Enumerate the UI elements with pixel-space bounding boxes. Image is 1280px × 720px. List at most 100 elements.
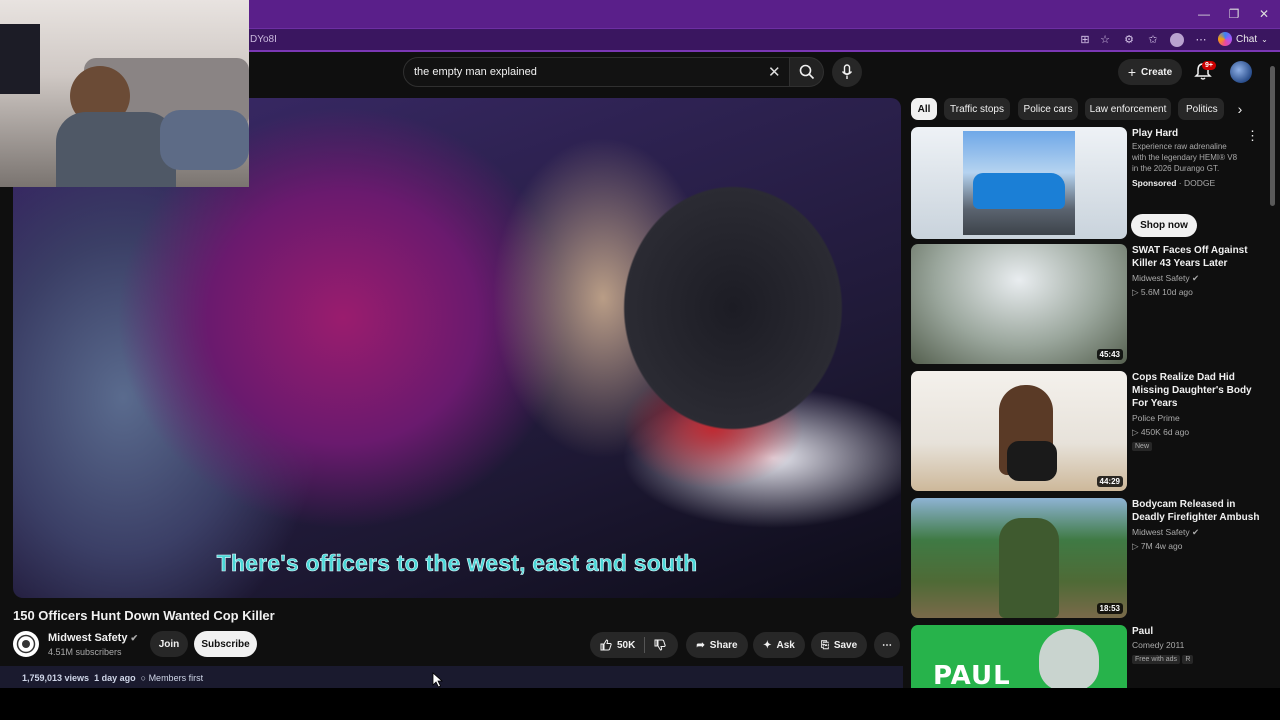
chat-label: Chat: [1236, 33, 1258, 45]
ad-image: [963, 131, 1075, 235]
rec-channel-2[interactable]: Police Prime: [1132, 413, 1180, 423]
car-shape: [973, 173, 1065, 209]
subscriber-count: 4.51M subscribers: [48, 647, 122, 657]
close-icon[interactable]: ✕: [1248, 0, 1280, 28]
ad-title[interactable]: Play Hard: [1132, 127, 1260, 140]
more-actions-button[interactable]: ⋯: [874, 632, 900, 658]
video-meta: 1,759,013 views 1 day ago ○ Members firs…: [22, 673, 204, 683]
create-label: Create: [1141, 66, 1173, 78]
search-button[interactable]: [790, 57, 824, 87]
rec-stats-2: ▷ 450K 6d ago: [1132, 427, 1190, 437]
shop-now-button[interactable]: Shop now: [1131, 214, 1197, 237]
divider: [644, 637, 646, 653]
members-icon: ○: [140, 673, 147, 683]
rec-title-4[interactable]: Paul: [1132, 625, 1260, 638]
ad-sponsor-line: Sponsored · DODGE: [1132, 178, 1216, 188]
subscribe-button[interactable]: Subscribe: [194, 631, 257, 657]
channel-logo-icon: [16, 634, 36, 654]
trash-bag: [1007, 441, 1057, 481]
duration-badge: 44:29: [1096, 476, 1123, 487]
rec-thumbnail-2[interactable]: 44:29: [911, 371, 1127, 491]
save-button[interactable]: ⎘ Save: [811, 632, 867, 658]
share-icon: ➦: [696, 639, 705, 651]
plus-icon: +: [1127, 64, 1137, 80]
verified-icon: ✔: [1192, 527, 1200, 537]
more-vertical-icon[interactable]: ⋮: [1246, 128, 1259, 144]
restore-icon[interactable]: ❐: [1218, 0, 1250, 28]
extension-icon[interactable]: ⚙: [1122, 33, 1136, 47]
officer-figure: [999, 518, 1059, 618]
rec-channel-4[interactable]: Comedy 2011: [1132, 640, 1184, 650]
chip-law-enforcement[interactable]: Law enforcement: [1085, 98, 1171, 120]
favorites-icon[interactable]: ✩: [1146, 33, 1160, 47]
verified-icon: ✔: [130, 633, 139, 643]
chip-police-cars[interactable]: Police cars: [1018, 98, 1078, 120]
microphone-icon: [841, 64, 853, 79]
bookmark-icon: ⎘: [820, 639, 829, 651]
thumbs-up-icon: [600, 639, 612, 651]
url-text[interactable]: DYo8I: [250, 34, 277, 45]
video-caption: There's officers to the west, east and s…: [216, 550, 698, 577]
account-avatar[interactable]: [1230, 61, 1252, 83]
taskbar: [0, 688, 1280, 720]
like-button[interactable]: 50K: [600, 639, 635, 651]
scrollbar-thumb[interactable]: [1270, 66, 1275, 206]
more-menu-icon[interactable]: ⋯: [1194, 33, 1208, 47]
rec-channel-3[interactable]: Midwest Safety ✔: [1132, 527, 1199, 538]
favorite-star-icon[interactable]: ☆: [1098, 33, 1112, 47]
rec-badges-4: Free with ads R: [1132, 653, 1194, 664]
like-count: 50K: [617, 639, 636, 651]
alien-head: [1039, 629, 1099, 688]
like-dislike-group: 50K: [590, 632, 678, 658]
search-icon: [799, 64, 814, 80]
rec-channel-1[interactable]: Midwest Safety ✔: [1132, 273, 1199, 284]
sparkle-icon: ✦: [763, 639, 772, 651]
ask-button[interactable]: ✦ Ask: [753, 632, 805, 658]
app-available-icon[interactable]: ⊞: [1078, 33, 1092, 47]
ad-description: Experience raw adrenaline with the legen…: [1132, 142, 1238, 173]
join-button[interactable]: Join: [150, 631, 188, 657]
scrollbar[interactable]: [1268, 54, 1280, 688]
chevron-down-icon: ⌄: [1261, 34, 1268, 44]
legs-shape: [160, 110, 249, 170]
monitor-shape: [0, 24, 40, 94]
rec-title-2[interactable]: Cops Realize Dad Hid Missing Daughter's …: [1132, 371, 1260, 410]
chip-all[interactable]: All: [911, 98, 937, 120]
rec-stats-1: ▷ 5.6M 10d ago: [1132, 287, 1193, 297]
voice-search-button[interactable]: [832, 57, 862, 87]
mouse-cursor-icon: [432, 672, 444, 688]
channel-avatar[interactable]: [13, 631, 39, 657]
minimize-icon[interactable]: —: [1188, 0, 1220, 28]
search-input[interactable]: the empty man explained: [414, 66, 537, 78]
channel-name[interactable]: Midwest Safety ✔: [48, 632, 138, 644]
video-title: 150 Officers Hunt Down Wanted Cop Killer: [13, 608, 275, 623]
profile-icon[interactable]: [1170, 33, 1184, 47]
chip-traffic-stops[interactable]: Traffic stops: [944, 98, 1010, 120]
search-box[interactable]: the empty man explained ✕: [403, 57, 790, 87]
clear-search-icon[interactable]: ✕: [768, 63, 781, 81]
copilot-chat-button[interactable]: Chat ⌄: [1218, 32, 1268, 46]
notification-count-badge: 9+: [1202, 61, 1216, 70]
more-horizontal-icon: ⋯: [882, 639, 892, 651]
rec-stats-3: ▷ 7M 4w ago: [1132, 541, 1183, 551]
create-button[interactable]: + Create: [1118, 59, 1182, 85]
chip-politics[interactable]: Politics: [1178, 98, 1224, 120]
description-box[interactable]: 1,759,013 views 1 day ago ○ Members firs…: [0, 666, 903, 688]
rec-thumbnail-4[interactable]: PAUL: [911, 625, 1127, 688]
thumbs-down-icon[interactable]: [654, 639, 667, 651]
thumbnail-title-text: PAUL: [933, 661, 1011, 688]
verified-icon: ✔: [1192, 273, 1200, 283]
webcam-overlay: [0, 0, 249, 187]
rec-title-3[interactable]: Bodycam Released in Deadly Firefighter A…: [1132, 498, 1260, 524]
rec-title-1[interactable]: SWAT Faces Off Against Killer 43 Years L…: [1132, 244, 1260, 270]
share-button[interactable]: ➦ Share: [686, 632, 748, 658]
duration-badge: 45:43: [1096, 349, 1123, 360]
copilot-icon: [1218, 32, 1232, 46]
rec-thumbnail-3[interactable]: 18:53: [911, 498, 1127, 618]
duration-badge: 18:53: [1096, 603, 1123, 614]
rec-badge-2: New: [1132, 440, 1153, 451]
ad-thumbnail[interactable]: [911, 127, 1127, 239]
rec-thumbnail-1[interactable]: 45:43: [911, 244, 1127, 364]
chevron-right-icon[interactable]: ›: [1229, 98, 1251, 120]
person-body: [56, 112, 176, 187]
